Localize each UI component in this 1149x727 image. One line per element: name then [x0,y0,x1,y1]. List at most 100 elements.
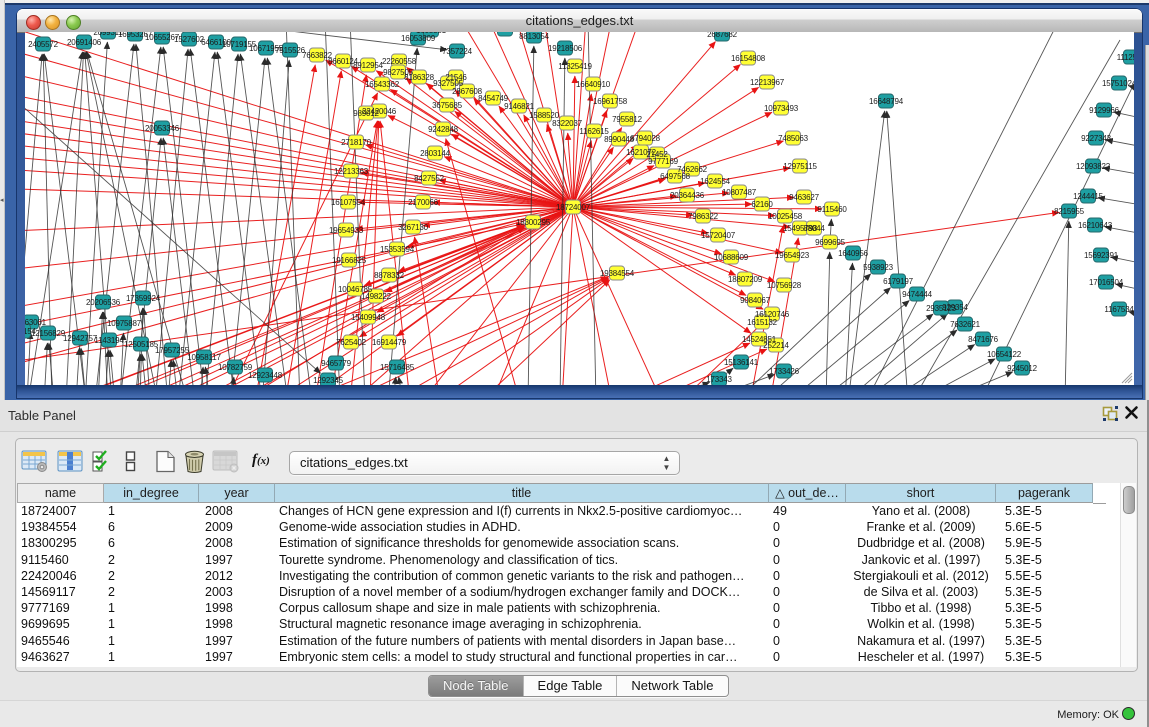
column-header-short[interactable]: short [846,483,996,503]
cell-out_de[interactable]: 0 [773,552,846,568]
cell-in_degree[interactable]: 1 [108,649,199,665]
cell-pagerank[interactable]: 5.3E‑5 [1005,633,1093,649]
cell-name[interactable]: 19384554 [21,519,104,535]
cell-in_degree[interactable]: 1 [108,600,199,616]
table-row[interactable]: 187240071 2008Changes of HCN gene express… [17,503,1121,519]
cell-name[interactable]: 22420046 [21,568,104,584]
close-panel-icon[interactable] [1124,405,1139,420]
cell-name[interactable]: 9699695 [21,616,104,632]
column-header-pagerank[interactable]: pagerank [996,483,1093,503]
cell-title[interactable]: Estimation of significance thresholds fo… [279,535,769,551]
cell-in_degree[interactable]: 1 [108,633,199,649]
column-header-in_degree[interactable]: in_degree [104,483,199,503]
cell-year[interactable]: 2008 [205,503,275,519]
cell-pagerank[interactable]: 5.9E‑5 [1005,535,1093,551]
tab-node-table[interactable]: Node Table [429,676,524,696]
cell-title[interactable]: Corpus callosum shape and size in male p… [279,600,769,616]
cell-pagerank[interactable]: 5.3E‑5 [1005,584,1093,600]
cell-year[interactable]: 2012 [205,568,275,584]
table-row[interactable]: 911546021997Tourette syndrome. Phenomeno… [17,552,1121,568]
table-row[interactable]: 96996951 1998Structural magnetic resonanc… [17,616,1121,632]
select-rows-icon[interactable] [92,450,112,473]
delete-table-icon[interactable] [212,450,239,473]
cell-pagerank[interactable]: 5.3E‑5 [1005,649,1093,665]
cell-short[interactable]: de Silva et al. (2003) [846,584,996,600]
cell-in_degree[interactable]: 6 [108,535,199,551]
cell-year[interactable]: 2008 [205,535,275,551]
tab-edge-table[interactable]: Edge Table [524,676,618,696]
right-splitter-strip[interactable] [1145,45,1149,400]
table-row[interactable]: 94636271 1997Embryonic stem cells: a mode… [17,649,1121,665]
cell-pagerank[interactable]: 5.3E‑5 [1005,600,1093,616]
cell-short[interactable]: Tibbo et al. (1998) [846,600,996,616]
delete-icon[interactable] [183,450,206,473]
cell-pagerank[interactable]: 5.3E‑5 [1005,552,1093,568]
scrollbar-thumb[interactable] [1123,486,1135,514]
cell-in_degree[interactable]: 1 [108,503,199,519]
cell-year[interactable]: 1997 [205,552,275,568]
cell-title[interactable]: Tourette syndrome. Phenomenology and cla… [279,552,769,568]
table-vertical-scrollbar[interactable] [1120,483,1136,667]
cell-title[interactable]: Investigating the contribution of common… [279,568,769,584]
cell-short[interactable]: Nakamura et al. (1997) [846,633,996,649]
network-canvas[interactable]: 2405572206914062099311169532671065526715… [25,32,1134,385]
table-row[interactable]: 94655461 1997Estimation of the future num… [17,633,1121,649]
cell-year[interactable]: 1997 [205,649,275,665]
tab-network-table[interactable]: Network Table [617,676,727,696]
cell-title[interactable]: Embryonic stem cells: a model to study s… [279,649,769,665]
cell-in_degree[interactable]: 1 [108,616,199,632]
cell-year[interactable]: 2003 [205,584,275,600]
merge-rows-icon[interactable] [125,450,136,473]
cell-short[interactable]: Franke et al. (2009) [846,519,996,535]
cell-short[interactable]: Dudbridge et al. (2008) [846,535,996,551]
table-row[interactable]: 183002956 2008Estimation of significance … [17,535,1121,551]
cell-pagerank[interactable]: 5.5E‑5 [1005,568,1093,584]
new-document-icon[interactable] [155,450,176,473]
cell-year[interactable]: 1997 [205,633,275,649]
network-window-titlebar[interactable]: citations_edges.txt [17,9,1142,33]
cell-name[interactable]: 9115460 [21,552,104,568]
table-selector-dropdown[interactable]: citations_edges.txt ▲▼ [289,451,680,475]
cell-name[interactable]: 18724007 [21,503,104,519]
cell-out_de[interactable]: 0 [773,649,846,665]
cell-year[interactable]: 1998 [205,600,275,616]
cell-title[interactable]: Disruption of a novel member of a sodium… [279,584,769,600]
cell-in_degree[interactable]: 6 [108,519,199,535]
table-row[interactable]: 1938455462009Genome‑wide association stu… [17,519,1121,535]
cell-out_de[interactable]: 0 [773,519,846,535]
column-header-name[interactable]: name [17,483,104,503]
cell-out_de[interactable]: 0 [773,568,846,584]
cell-short[interactable]: Yano et al. (2008) [846,503,996,519]
float-window-icon[interactable] [1102,405,1119,422]
cell-year[interactable]: 1998 [205,616,275,632]
cell-name[interactable]: 9463627 [21,649,104,665]
column-header-title[interactable]: title [275,483,769,503]
cell-in_degree[interactable]: 2 [108,568,199,584]
column-header-year[interactable]: year [199,483,275,503]
cell-short[interactable]: Wolkin et al. (1998) [846,616,996,632]
cell-title[interactable]: Genome‑wide association studies in ADHD. [279,519,769,535]
cell-name[interactable]: 18300295 [21,535,104,551]
function-builder-icon[interactable]: f(x) [252,452,276,469]
cell-title[interactable]: Structural magnetic resonance image aver… [279,616,769,632]
cell-short[interactable]: Jankovic et al. (1997) [846,552,996,568]
table-row[interactable]: 1456911722003Disruption of a novel membe… [17,584,1121,600]
cell-pagerank[interactable]: 5.3E‑5 [1005,616,1093,632]
cell-name[interactable]: 9777169 [21,600,104,616]
cell-out_de[interactable]: 0 [773,633,846,649]
cell-name[interactable]: 14569117 [21,584,104,600]
cell-title[interactable]: Estimation of the future numbers of pati… [279,633,769,649]
table-row[interactable]: 224200462 2012Investigating the contribut… [17,568,1121,584]
cell-out_de[interactable]: 0 [773,616,846,632]
cell-name[interactable]: 9465546 [21,633,104,649]
left-splitter-grip-icon[interactable]: ◂ [0,196,4,206]
cell-title[interactable]: Changes of HCN gene expression and I(f) … [279,503,769,519]
cell-short[interactable]: Stergiakouli et al. (2012) [846,568,996,584]
cell-out_de[interactable]: 0 [773,584,846,600]
table-settings-icon[interactable] [21,450,49,473]
cell-out_de[interactable]: 0 [773,600,846,616]
table-row[interactable]: 97771691 1998Corpus callosum shape and si… [17,600,1121,616]
column-header-out_de[interactable]: △ out_de… [769,483,846,503]
cell-pagerank[interactable]: 5.6E‑5 [1005,519,1093,535]
cell-short[interactable]: Hescheler et al. (1997) [846,649,996,665]
